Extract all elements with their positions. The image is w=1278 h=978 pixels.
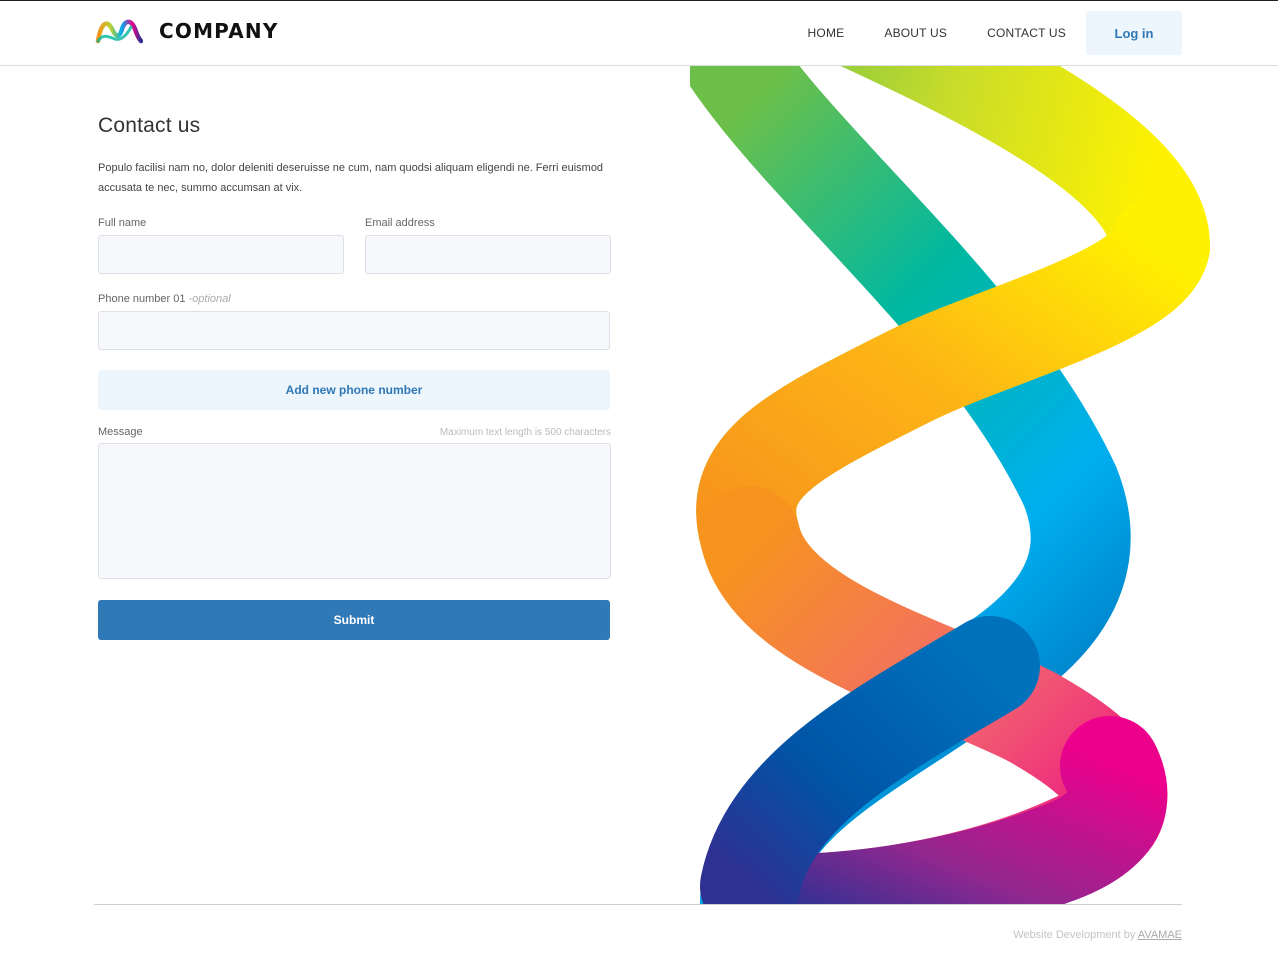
email-label: Email address	[365, 217, 435, 229]
company-logo-icon	[95, 17, 143, 45]
login-button[interactable]: Log in	[1086, 11, 1182, 55]
add-phone-button[interactable]: Add new phone number	[98, 370, 610, 410]
max-length-note: Maximum text length is 500 characters	[439, 427, 611, 438]
rainbow-ribbon-graphic	[690, 66, 1210, 904]
phone-input[interactable]	[98, 311, 610, 350]
message-textarea[interactable]	[98, 443, 611, 579]
email-group: Email address	[365, 217, 611, 274]
footer-divider	[94, 904, 1182, 905]
phone-group: Phone number 01 -optional	[98, 293, 611, 350]
message-label: Message	[98, 426, 143, 438]
nav-contact-us[interactable]: CONTACT US	[987, 26, 1066, 40]
submit-button[interactable]: Submit	[98, 600, 610, 640]
email-input[interactable]	[365, 235, 611, 274]
avamae-link[interactable]: AVAMAE	[1138, 929, 1182, 941]
nav-about-us[interactable]: ABOUT US	[884, 26, 947, 40]
intro-text: Populo facilisi nam no, dolor deleniti d…	[98, 162, 604, 194]
main-nav: HOME ABOUT US CONTACT US Log in	[808, 11, 1182, 55]
phone-label: Phone number 01 -optional	[98, 293, 611, 305]
phone-optional-hint: -optional	[185, 293, 231, 305]
nav-home[interactable]: HOME	[808, 26, 845, 40]
page-title: Contact us	[98, 114, 201, 137]
full-name-input[interactable]	[98, 235, 344, 274]
brand[interactable]: COMPANY	[95, 17, 279, 45]
full-name-label: Full name	[98, 217, 147, 229]
brand-name: COMPANY	[159, 19, 279, 43]
message-header: Message Maximum text length is 500 chara…	[98, 426, 611, 438]
site-header: COMPANY HOME ABOUT US CONTACT US Log in	[0, 1, 1278, 66]
full-name-group: Full name	[98, 217, 344, 274]
contact-form-section: Contact us Populo facilisi nam no, dolor…	[98, 114, 611, 640]
phone-label-text: Phone number 01	[98, 293, 186, 305]
footer-credit-text: Website Development by	[1013, 929, 1138, 941]
name-email-row: Full name Email address	[98, 217, 611, 274]
footer-credit: Website Development by AVAMAE	[1013, 929, 1182, 941]
